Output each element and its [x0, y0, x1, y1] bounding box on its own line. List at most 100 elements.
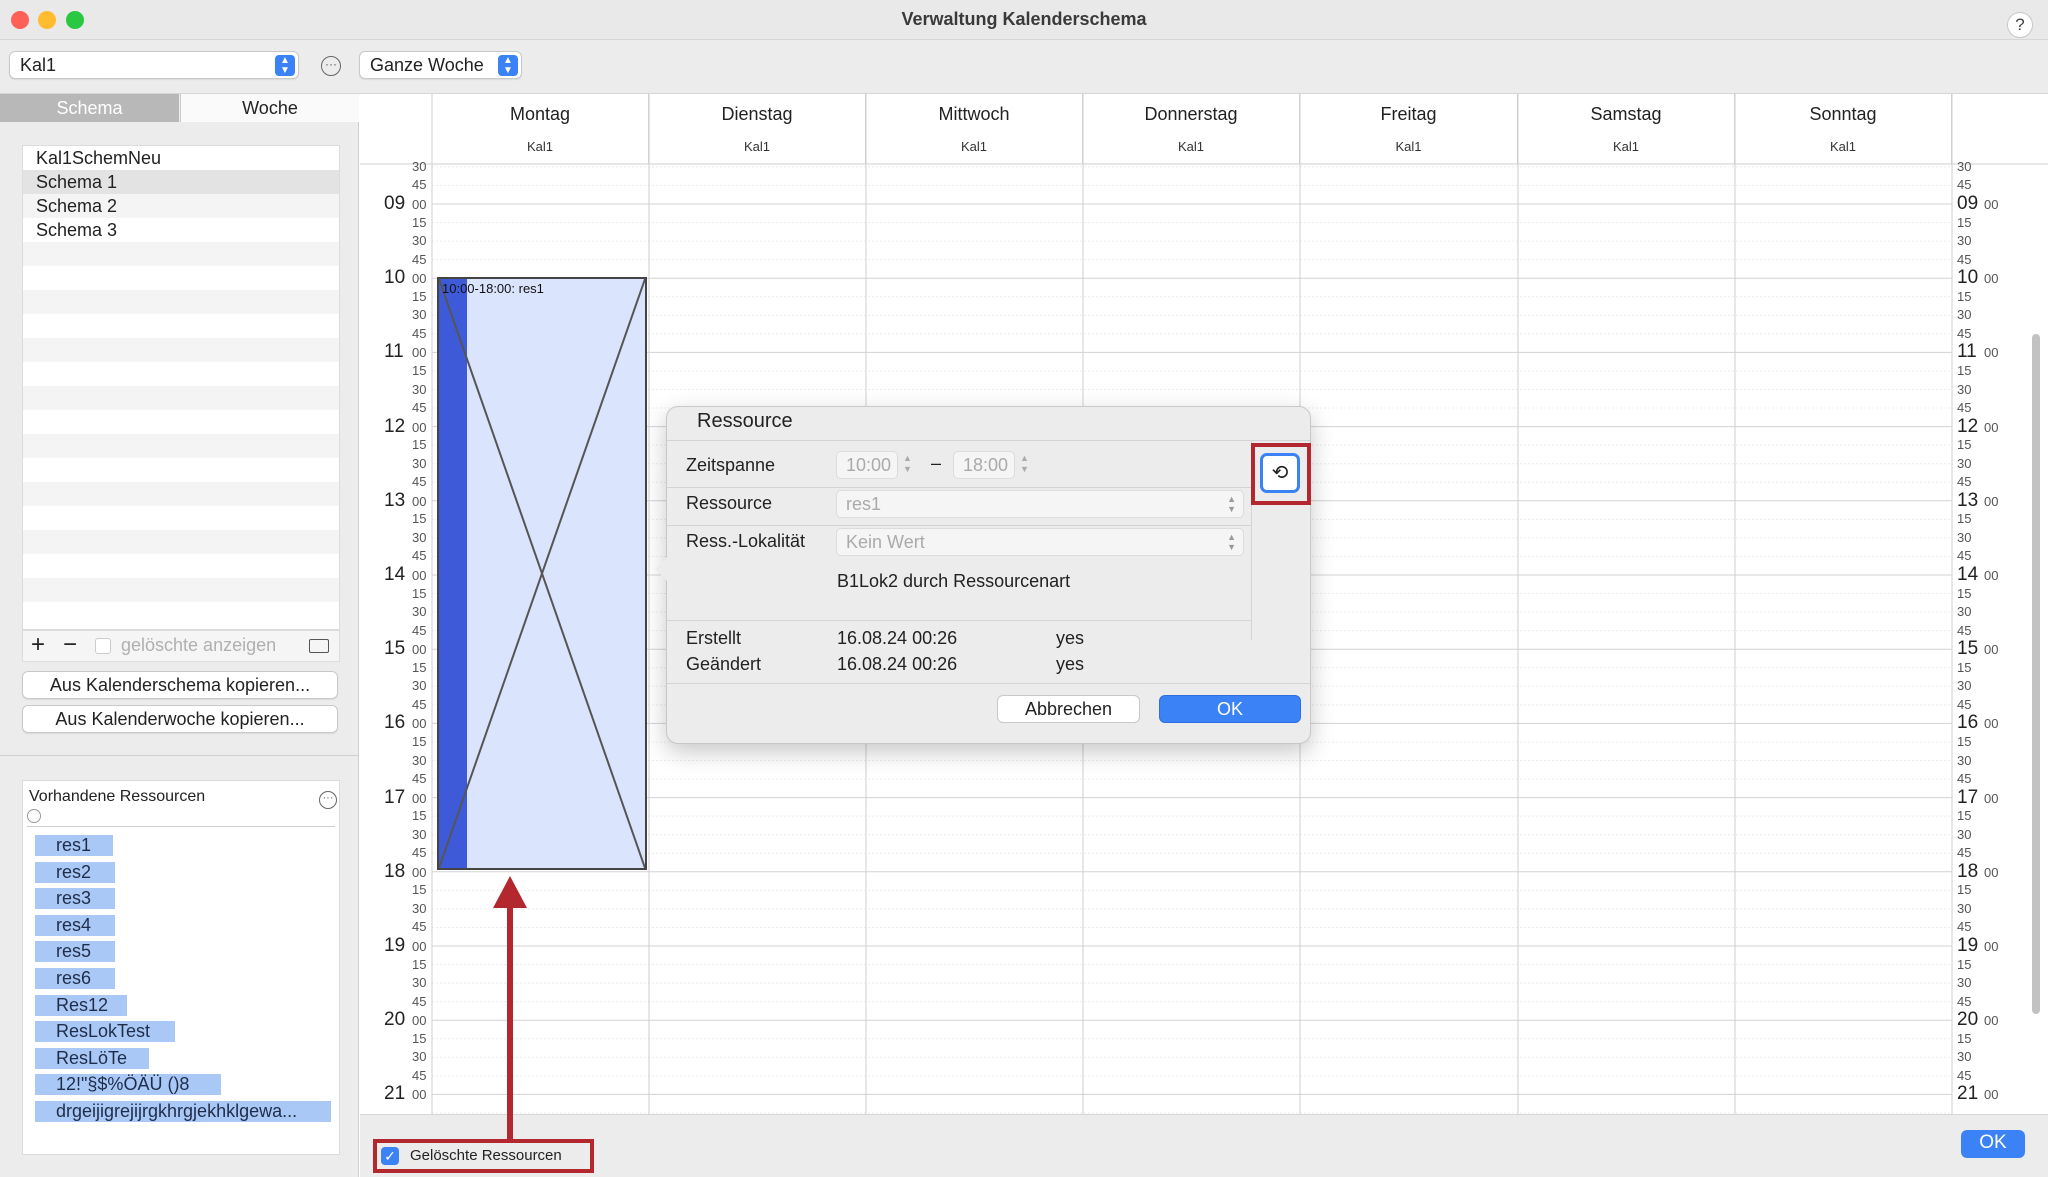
- more-options-icon[interactable]: ···: [321, 56, 341, 76]
- day-header: Donnerstag Kal1: [1083, 94, 1300, 164]
- minute-label: 00: [412, 271, 427, 287]
- history-icon[interactable]: ⟲: [1260, 453, 1300, 493]
- ressource-select[interactable]: res1 ▲ ▼: [836, 490, 1244, 518]
- minute-label: 15: [1957, 511, 1972, 527]
- hour-label: 19: [1957, 935, 1979, 956]
- add-schema-button[interactable]: +: [31, 631, 45, 659]
- minute-label: 30: [412, 158, 427, 174]
- dialog-ok-button[interactable]: OK: [1159, 695, 1301, 723]
- resource-chip[interactable]: Res12: [35, 994, 127, 1016]
- hour-label: 11: [1957, 341, 1977, 363]
- minute-label: 00: [1984, 716, 1999, 732]
- radio-icon[interactable]: [27, 809, 41, 823]
- lokalitaet-note: B1Lok2 durch Ressourcenart: [837, 571, 1071, 591]
- remove-schema-button[interactable]: −: [63, 631, 77, 659]
- resource-chip[interactable]: drgeijigrejijrgkhrgjekhklgewa...: [35, 1101, 331, 1122]
- minute-label: 15: [412, 362, 427, 378]
- display-icon[interactable]: [309, 639, 329, 653]
- minute-label: 45: [412, 919, 427, 935]
- time-from-field[interactable]: 10:00: [836, 451, 898, 479]
- minute-label: 30: [412, 381, 427, 397]
- minute-label: 45: [412, 325, 427, 341]
- copy-from-schema-button[interactable]: Aus Kalenderschema kopieren...: [22, 671, 338, 699]
- minute-label: 15: [412, 585, 427, 601]
- tab-woche[interactable]: Woche: [180, 94, 359, 122]
- minute-label: 00: [1984, 197, 1999, 212]
- schema-list-item[interactable]: Schema 2: [23, 194, 339, 218]
- minute-label: 45: [412, 474, 427, 490]
- resource-chip[interactable]: res4: [35, 914, 115, 936]
- resource-chip[interactable]: res6: [35, 968, 115, 989]
- toolbar: Kal1 ▲ ▼ ··· Ganze Woche ▲ ▼: [0, 40, 2048, 94]
- deleted-cross-icon: [439, 279, 645, 868]
- list-stripe: [23, 386, 339, 410]
- copy-from-week-button[interactable]: Aus Kalenderwoche kopieren...: [22, 705, 338, 733]
- lokalitaet-select-value: Kein Wert: [846, 532, 925, 552]
- row-divider: [667, 487, 1251, 488]
- list-stripe: [23, 242, 339, 266]
- day-name: Freitag: [1380, 104, 1437, 124]
- resource-chip[interactable]: res2: [35, 861, 115, 883]
- resource-chip[interactable]: res1: [35, 835, 113, 856]
- minute-label: 30: [1957, 455, 1972, 471]
- show-deleted-checkbox[interactable]: [95, 638, 111, 654]
- ressource-select-value: res1: [846, 494, 882, 514]
- range-select[interactable]: Ganze Woche ▲ ▼: [359, 51, 522, 79]
- schema-list-item-selected[interactable]: Schema 1: [23, 170, 339, 194]
- hour-label: 15: [1957, 638, 1979, 660]
- minute-label: 00: [412, 197, 427, 212]
- list-stripe: [23, 338, 339, 362]
- event-label: 10:00-18:00: res1: [442, 281, 544, 296]
- minute-label: 00: [412, 419, 427, 435]
- resource-chip[interactable]: res5: [35, 941, 115, 963]
- calendar-select[interactable]: Kal1 ▲ ▼: [9, 51, 299, 79]
- minute-label: 00: [412, 864, 427, 880]
- resource-chip[interactable]: res3: [35, 888, 115, 910]
- day-header: Freitag Kal1: [1300, 94, 1518, 164]
- day-calendar-name: Kal1: [526, 139, 554, 154]
- minute-label: 15: [412, 808, 427, 824]
- minute-label: 15: [1957, 808, 1972, 824]
- cancel-button[interactable]: Abbrechen: [997, 695, 1140, 723]
- day-header: Montag Kal1: [432, 94, 649, 164]
- title-bar: Verwaltung Kalenderschema ?: [0, 0, 2048, 40]
- day-name: Dienstag: [721, 104, 793, 124]
- calendar-event[interactable]: 10:00-18:00: res1: [437, 277, 647, 870]
- resource-dialog: Ressource Zeitspanne 10:00 ▲ ▼ – 18:00 ▲ ▼…: [655, 406, 1311, 744]
- help-button[interactable]: ?: [2007, 12, 2033, 38]
- schema-list-item[interactable]: Schema 3: [23, 218, 339, 242]
- resources-divider: [27, 826, 335, 827]
- resource-chip[interactable]: ResLöTe: [35, 1047, 149, 1069]
- time-to-stepper[interactable]: ▲ ▼: [1020, 453, 1032, 477]
- resource-chip[interactable]: 12!"§$%ÖÄÜ ()8: [35, 1074, 221, 1096]
- changed-by: yes: [1056, 654, 1085, 674]
- time-to-field[interactable]: 18:00: [953, 451, 1015, 479]
- minute-label: 00: [412, 1013, 427, 1029]
- ok-button[interactable]: OK: [1961, 1130, 2025, 1158]
- minute-label: 15: [1957, 288, 1972, 304]
- more-options-icon[interactable]: ···: [319, 791, 337, 809]
- lokalitaet-select[interactable]: Kein Wert ▲ ▼: [836, 528, 1244, 556]
- minute-label: 00: [1984, 642, 1999, 658]
- changed-date: 16.08.24 00:26: [837, 654, 958, 674]
- window-title: Verwaltung Kalenderschema: [901, 9, 1147, 29]
- day-name: Mittwoch: [938, 104, 1010, 124]
- deleted-resources-checkbox[interactable]: ✓: [381, 1147, 399, 1165]
- minute-label: 15: [1957, 214, 1972, 230]
- list-stripe: [23, 578, 339, 602]
- hour-label: 12: [1957, 415, 1979, 437]
- hour-label: 16: [384, 712, 406, 734]
- minute-label: 00: [412, 345, 427, 361]
- minute-label: 30: [412, 752, 427, 768]
- hour-label: 20: [384, 1009, 406, 1031]
- hour-label: 10: [1957, 267, 1979, 289]
- minute-label: 00: [412, 790, 427, 806]
- tab-schema[interactable]: Schema: [0, 94, 179, 122]
- schema-list-item[interactable]: Kal1SchemNeu: [23, 146, 339, 170]
- minute-label: 00: [1984, 1013, 1999, 1029]
- deleted-resources-label: Gelöschte Ressourcen: [410, 1147, 562, 1164]
- minute-label: 30: [1957, 604, 1972, 620]
- resources-panel: Vorhandene Ressourcen ··· res1 res2 res3 re…: [22, 780, 340, 1155]
- time-from-stepper[interactable]: ▲ ▼: [903, 453, 915, 477]
- resource-chip[interactable]: ResLokTest: [35, 1021, 175, 1043]
